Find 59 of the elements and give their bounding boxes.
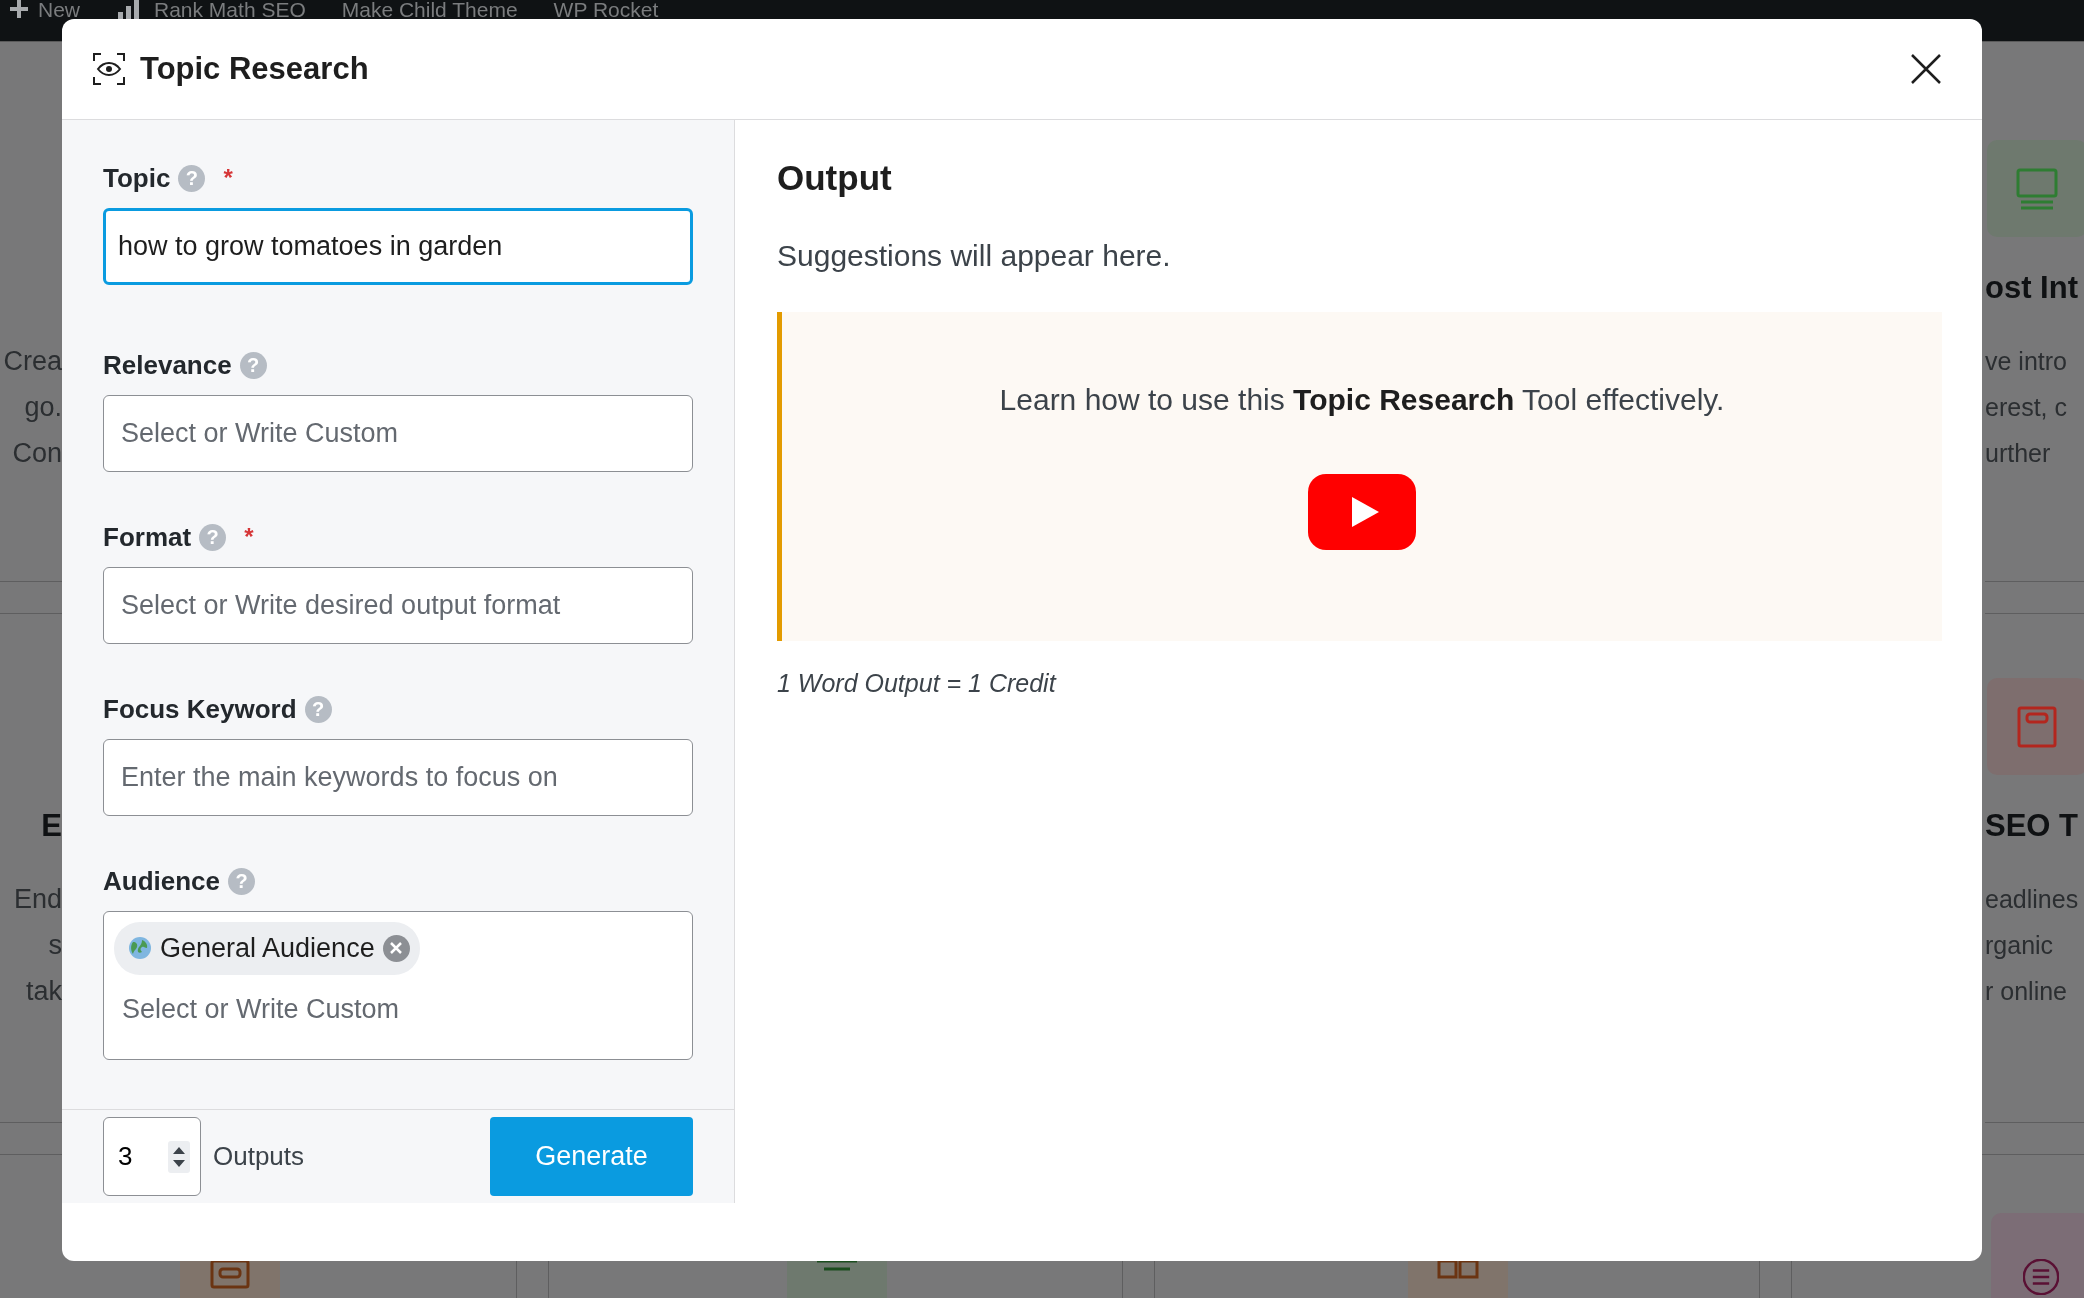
card-heading: E (40, 807, 62, 845)
card-text: End (12, 883, 62, 916)
list-icon (2023, 1259, 2059, 1295)
play-icon (1308, 474, 1416, 550)
tag-label: General Audience (160, 932, 375, 965)
outputs-label: Outputs (213, 1140, 305, 1173)
menu-label: New (38, 0, 80, 20)
card-text: Crea (2, 345, 62, 378)
required-mark: * (244, 525, 254, 549)
audience-tag[interactable]: General Audience (114, 922, 420, 975)
x-icon (390, 942, 403, 955)
number-field[interactable]: 3 (103, 1117, 201, 1196)
card-text: rganic (1985, 930, 2055, 961)
remove-tag-button[interactable] (382, 934, 410, 962)
field-label: Topic (103, 161, 171, 195)
card-text: tak (24, 975, 62, 1008)
monitor-icon (2015, 166, 2059, 211)
input-field[interactable]: Enter the main keywords to focus on (103, 739, 693, 816)
spinner-arrows-icon[interactable] (168, 1140, 190, 1173)
eye-scan-icon (92, 52, 126, 86)
input-field[interactable]: Select or Write desired output format (103, 567, 693, 644)
video-play-button[interactable] (1308, 474, 1416, 550)
admin-bar-link[interactable]: WP Rocket (553, 0, 659, 20)
admin-bar-link[interactable]: New (8, 0, 80, 20)
number-input[interactable]: 3 (116, 1136, 152, 1177)
field-label: Format (103, 520, 192, 554)
card-text: erest, c (1985, 392, 2068, 423)
card-text: s (47, 929, 62, 962)
generate-button[interactable]: Generate (490, 1117, 693, 1196)
field-label: Focus Keyword (103, 692, 297, 726)
close-icon (1910, 53, 1942, 85)
card-heading: SEO T (1985, 807, 2079, 845)
plus-icon (8, 0, 30, 20)
modal-title: Topic Research (140, 49, 369, 88)
card-text: ve intro (1985, 346, 2068, 377)
card-text: Con (11, 437, 62, 470)
lines-icon (816, 1259, 857, 1271)
card-text: urther (1985, 438, 2052, 469)
book-icon (1437, 1259, 1479, 1279)
field-label: Audience (103, 864, 221, 898)
globe-icon (128, 936, 152, 961)
empty-message: Suggestions will appear here. (777, 238, 1172, 274)
card-text: go. (23, 391, 62, 424)
tag-input-field[interactable]: General Audience Select or Write Custom (103, 911, 693, 1060)
input-field[interactable]: how to grow tomatoes in garden (103, 208, 693, 285)
archive-icon (2015, 704, 2059, 749)
input-field[interactable]: Select or Write Custom (103, 395, 693, 472)
card-heading: ost Int (1985, 269, 2079, 307)
output-heading: Output (777, 157, 893, 199)
tip-text: Learn how to use this Topic Research Tool effectively. (999, 382, 1725, 418)
card-text: r online (1985, 976, 2068, 1007)
credit-note: 1 Word Output = 1 Credit (777, 668, 1058, 699)
card-text: eadlines (1985, 884, 2080, 915)
admin-bar-link[interactable]: Make Child Theme (341, 0, 518, 20)
menu-label: Rank Math SEO (154, 0, 306, 20)
box-icon (208, 1259, 251, 1289)
required-mark: * (223, 166, 233, 190)
field-label: Relevance (103, 348, 232, 382)
admin-bar-link[interactable]: Rank Math SEO (116, 0, 306, 20)
